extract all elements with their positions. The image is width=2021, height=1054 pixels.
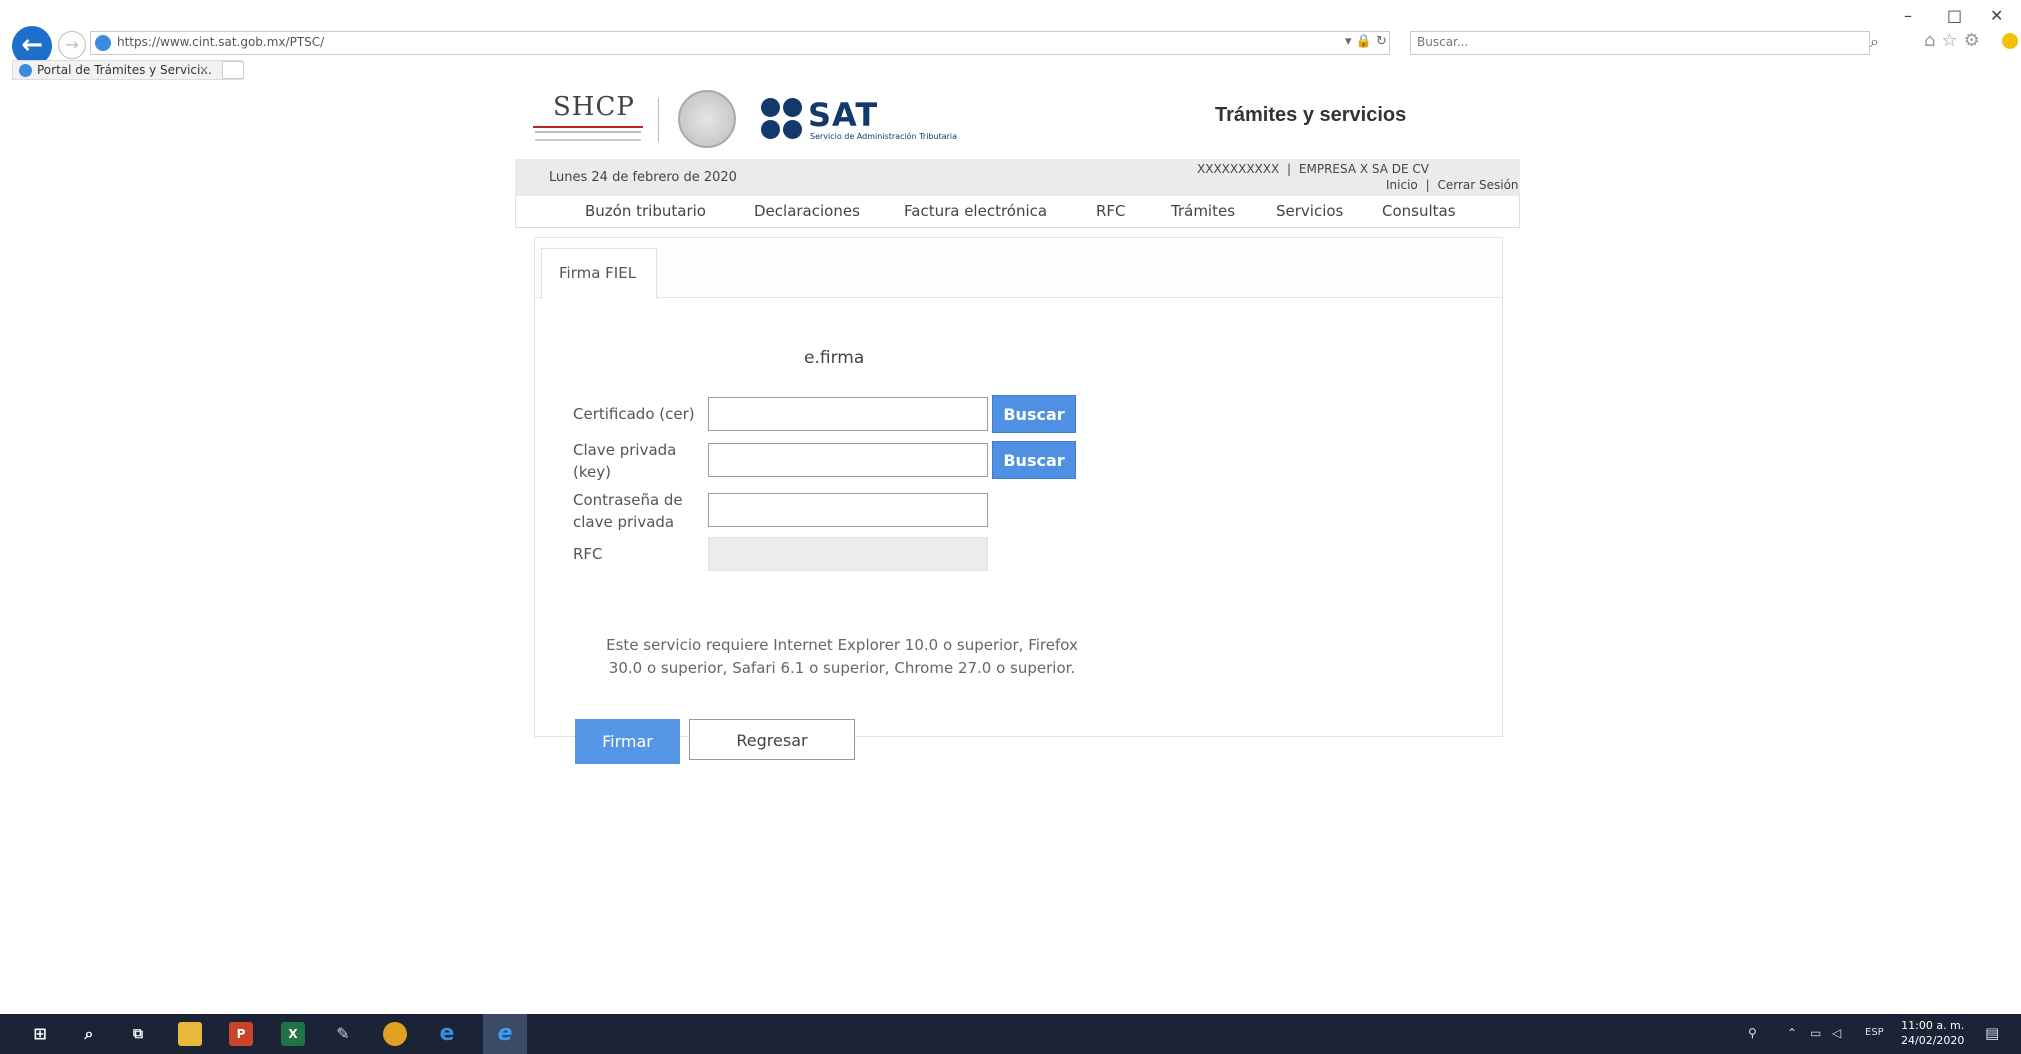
main-menu: Buzón tributario Declaraciones Factura e…	[515, 196, 1520, 228]
sat-logo-text: SAT	[808, 96, 879, 134]
search-icon[interactable]: ⌕	[77, 1022, 101, 1046]
search-input[interactable]	[1417, 35, 1717, 49]
key-file-input[interactable]	[708, 443, 988, 477]
sat-dot	[783, 120, 802, 139]
rfc-label: RFC	[573, 545, 603, 563]
separator: |	[1425, 178, 1430, 192]
password-input[interactable]	[708, 493, 988, 527]
user-info: XXXXXXXXXX | EMPRESA X SA DE CV	[1197, 162, 1429, 176]
edge-icon[interactable]: e	[435, 1022, 459, 1046]
national-seal-icon	[678, 90, 736, 148]
menu-item-factura[interactable]: Factura electrónica	[904, 202, 1047, 220]
password-label-line1: Contraseña de	[573, 491, 683, 509]
search-box[interactable]	[1410, 31, 1870, 55]
file-explorer-icon[interactable]	[178, 1022, 202, 1046]
menu-item-declaraciones[interactable]: Declaraciones	[754, 202, 860, 220]
regresar-button[interactable]: Regresar	[689, 719, 855, 760]
address-tools[interactable]: ▾ 🔒 ↻	[1345, 34, 1387, 49]
menu-item-consultas[interactable]: Consultas	[1382, 202, 1456, 220]
sat-dot	[761, 120, 780, 139]
feedback-smiley-icon[interactable]	[2002, 33, 2018, 49]
browser-requirements-text: Este servicio requiere Internet Explorer…	[582, 634, 1102, 680]
ie-tab-icon	[19, 64, 32, 77]
page-title: Trámites y servicios	[1215, 104, 1407, 126]
home-star-gear-icons[interactable]: ⌂☆⚙	[1924, 30, 1986, 51]
shcp-logo-text: SHCP	[553, 92, 635, 122]
sat-dot	[783, 98, 802, 117]
key-label: Clave privada (key)	[573, 439, 676, 483]
form-heading: e.firma	[804, 348, 865, 368]
user-rfc: XXXXXXXXXX	[1197, 162, 1280, 176]
user-company: EMPRESA X SA DE CV	[1298, 162, 1429, 176]
sat-dot	[761, 98, 780, 117]
requirements-line2: 30.0 o superior, Safari 6.1 o superior, …	[608, 659, 1076, 677]
network-icon[interactable]: ▭	[1810, 1026, 1821, 1040]
logo-divider	[658, 98, 659, 142]
language-indicator[interactable]: ESP	[1865, 1027, 1884, 1038]
firmar-button[interactable]: Firmar	[575, 719, 680, 764]
task-view-icon[interactable]: ⧉	[126, 1022, 150, 1046]
cert-label: Certificado (cer)	[573, 405, 695, 423]
start-icon[interactable]: ⊞	[28, 1022, 52, 1046]
people-icon[interactable]: ⚲	[1748, 1026, 1757, 1040]
password-label: Contraseña de clave privada	[573, 489, 683, 533]
address-url[interactable]: https://www.cint.sat.gob.mx/PTSC/	[117, 35, 324, 49]
tab-close-icon[interactable]: ×	[199, 63, 209, 77]
chrome-icon[interactable]	[383, 1022, 407, 1046]
separator: |	[1287, 162, 1292, 176]
clock-date: 24/02/2020	[1901, 1034, 1965, 1047]
address-bar[interactable]: https://www.cint.sat.gob.mx/PTSC/	[90, 31, 1390, 55]
menu-item-servicios[interactable]: Servicios	[1276, 202, 1343, 220]
restore-icon[interactable]: □	[1947, 6, 1962, 25]
menu-item-rfc[interactable]: RFC	[1096, 202, 1126, 220]
password-label-line2: clave privada	[573, 513, 675, 531]
close-icon[interactable]: ✕	[1990, 6, 2003, 25]
cert-buscar-button[interactable]: Buscar	[992, 395, 1076, 433]
forward-arrow-icon[interactable]: →	[58, 31, 86, 59]
browser-chrome: ← → https://www.cint.sat.gob.mx/PTSC/ ▾ …	[0, 0, 2021, 80]
tab-firma-fiel[interactable]: Firma FIEL	[541, 248, 657, 299]
panel-tabstrip: Firma FIEL	[535, 238, 1502, 299]
site-header: SHCP SAT Servicio de Administración Trib…	[515, 90, 1520, 154]
user-links: Inicio | Cerrar Sesión	[1386, 178, 1519, 192]
sat-logo-icon[interactable]	[761, 98, 805, 142]
sat-logo-subtitle: Servicio de Administración Tributaria	[810, 132, 958, 141]
cert-file-input[interactable]	[708, 397, 988, 431]
browser-tab[interactable]: Portal de Trámites y Servici... ×	[12, 60, 242, 80]
menu-item-tramites[interactable]: Trámites	[1171, 202, 1235, 220]
app-icon[interactable]: ✎	[331, 1022, 355, 1046]
shcp-logo[interactable]: SHCP	[533, 92, 643, 148]
inicio-link[interactable]: Inicio	[1386, 178, 1418, 192]
tray-chevron-icon[interactable]: ⌃	[1787, 1026, 1797, 1040]
key-label-line2: (key)	[573, 463, 611, 481]
new-tab-button[interactable]	[222, 61, 244, 79]
shcp-logo-subtitle	[535, 131, 641, 141]
cerrar-sesion-link[interactable]: Cerrar Sesión	[1437, 178, 1518, 192]
system-clock[interactable]: 11:00 a. m. 24/02/2020	[1901, 1018, 1964, 1048]
key-buscar-button[interactable]: Buscar	[992, 441, 1076, 479]
internet-explorer-icon[interactable]: e	[493, 1022, 517, 1046]
shcp-logo-rule	[533, 126, 643, 128]
search-icon[interactable]: ⌕	[1870, 32, 1879, 52]
notifications-icon[interactable]: ▤	[1985, 1024, 1999, 1042]
excel-icon[interactable]: X	[281, 1022, 305, 1046]
ie-page-icon	[95, 35, 111, 51]
tab-title: Portal de Trámites y Servici...	[37, 63, 212, 77]
powerpoint-icon[interactable]: P	[229, 1022, 253, 1046]
volume-icon[interactable]: ◁	[1832, 1026, 1841, 1040]
current-date: Lunes 24 de febrero de 2020	[549, 170, 737, 185]
key-label-line1: Clave privada	[573, 441, 677, 459]
menu-item-buzon[interactable]: Buzón tributario	[585, 202, 706, 220]
requirements-line1: Este servicio requiere Internet Explorer…	[606, 636, 1078, 654]
minimize-icon[interactable]: –	[1904, 6, 1912, 25]
clock-time: 11:00 a. m.	[1901, 1019, 1965, 1032]
rfc-input	[708, 537, 988, 571]
info-bar: Lunes 24 de febrero de 2020 XXXXXXXXXX |…	[515, 159, 1520, 196]
